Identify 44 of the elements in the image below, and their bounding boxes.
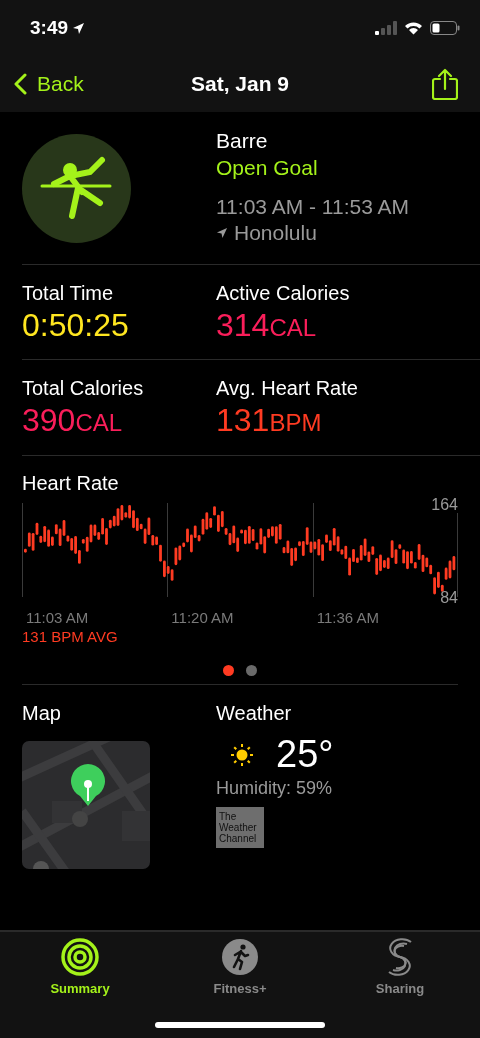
sharing-icon (387, 938, 413, 976)
runner-icon (221, 938, 259, 976)
axis-max-label: 164 (431, 496, 458, 514)
tab[interactable]: Summary (25, 938, 135, 996)
clock-time: 3:49 (30, 17, 69, 39)
axis-min-label: 84 (440, 589, 458, 607)
nav-title: Sat, Jan 9 (190, 72, 290, 95)
time-axis-label: 11:03 AM (25, 609, 89, 626)
signal-icon (375, 21, 397, 35)
metric-label: Total Calories (22, 377, 145, 400)
wifi-icon (404, 21, 423, 35)
metric-value: 314CAL (216, 307, 317, 344)
location-arrow-icon (216, 227, 228, 239)
temperature: 25° (276, 733, 334, 776)
metric-value: 131BPM (216, 402, 322, 439)
humidity: Humidity: 59% (216, 778, 334, 799)
rings-icon (61, 938, 99, 976)
share-icon[interactable] (432, 68, 458, 100)
time-axis-label: 11:20 AM (170, 609, 234, 626)
workout-goal: Open Goal (216, 156, 319, 180)
heart-rate-average: 131 BPM AVG (22, 628, 118, 645)
page-dot[interactable] (223, 665, 234, 676)
workout-name: Barre (216, 129, 269, 153)
map-title: Map (22, 702, 62, 725)
page-dot[interactable] (246, 665, 257, 676)
sun-icon (230, 742, 254, 767)
metric-label: Total Time (22, 282, 115, 305)
chart-title: Heart Rate (22, 472, 120, 495)
weather-title: Weather (216, 702, 293, 725)
metric-label: Avg. Heart Rate (216, 377, 359, 400)
location-arrow-icon (72, 21, 86, 35)
workout-time-range: 11:03 AM - 11:53 AM (216, 195, 409, 219)
weather-channel-logo: The Weather Channel (216, 807, 264, 848)
battery-icon (430, 21, 460, 35)
tab[interactable]: Sharing (345, 938, 455, 996)
metric-label: Active Calories (216, 282, 351, 305)
chevron-icon (14, 73, 27, 95)
workout-location: Honolulu (234, 221, 317, 245)
tab[interactable]: Fitness+ (185, 938, 295, 996)
time-axis-label: 11:36 AM (315, 609, 379, 626)
metric-value: 0:50:25 (22, 307, 129, 344)
metric-value: 390CAL (22, 402, 123, 439)
back-button[interactable]: Back (10, 68, 88, 100)
barre-workout-icon (22, 133, 131, 243)
